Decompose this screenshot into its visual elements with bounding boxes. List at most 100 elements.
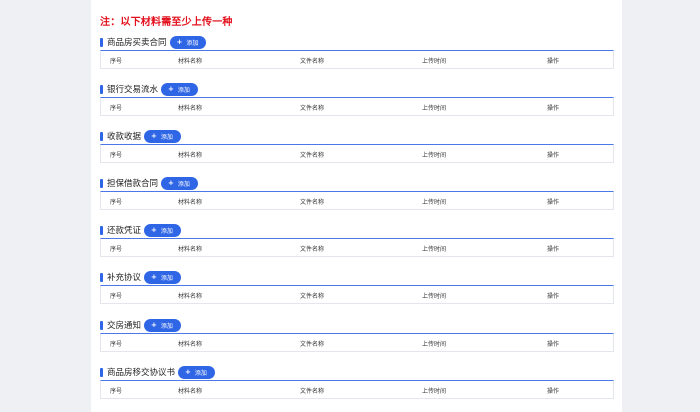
section-header: 担保借款合同 + 添加	[100, 176, 614, 190]
column-header: 材料名称	[178, 293, 203, 300]
section-title: 补充协议	[107, 273, 142, 283]
add-button[interactable]: + 添加	[169, 35, 207, 49]
column-header: 文件名称	[300, 199, 325, 206]
column-header: 文件名称	[300, 293, 325, 300]
column-header: 材料名称	[178, 105, 203, 112]
add-button[interactable]: + 添加	[178, 365, 215, 379]
section-title: 担保借款合同	[107, 179, 159, 189]
section-title: 商品房移交协议书	[107, 368, 176, 378]
column-header: 文件名称	[300, 105, 325, 112]
section-header: 还款凭证 + 添加	[100, 223, 614, 237]
plus-icon: +	[151, 321, 157, 329]
section-header: 补充协议 + 添加	[100, 270, 614, 284]
column-header: 材料名称	[178, 58, 203, 65]
add-button-label: 添加	[160, 133, 173, 141]
add-button-label: 添加	[186, 39, 199, 47]
section-title: 银行交易流水	[107, 85, 159, 95]
material-section: 还款凭证 + 添加序号 材料名称 文件名称 上传时间 操作	[100, 223, 614, 257]
column-header: 材料名称	[178, 388, 203, 395]
section-marker	[100, 367, 103, 377]
add-button[interactable]: + 添加	[144, 223, 181, 237]
column-header: 材料名称	[178, 341, 203, 348]
column-header: 材料名称	[178, 152, 203, 159]
column-header: 文件名称	[300, 388, 325, 395]
section-marker	[100, 272, 103, 282]
material-table: 序号 材料名称 文件名称 上传时间 操作	[100, 50, 614, 69]
section-title: 交房通知	[107, 321, 142, 331]
section-header: 商品房买卖合同 + 添加	[100, 35, 614, 49]
section-header: 交房通知 + 添加	[100, 318, 614, 332]
plus-icon: +	[168, 85, 174, 93]
section-marker	[100, 320, 103, 330]
column-header: 操作	[547, 388, 560, 395]
material-section: 担保借款合同 + 添加 序号 材料名称 文件名称 上传时间 操作	[100, 176, 614, 210]
plus-icon: +	[151, 273, 157, 281]
plus-icon: +	[151, 132, 157, 140]
column-header: 文件名称	[300, 246, 325, 253]
column-header: 操作	[547, 58, 560, 65]
add-button-label: 添加	[160, 274, 173, 282]
column-header: 上传时间	[422, 199, 447, 206]
section-header: 收款收据 + 添加	[100, 129, 614, 143]
column-header: 上传时间	[422, 58, 447, 65]
material-section: 商品房移交协议书 + 添加 序号 材料名称 文件名称 上传时间 操作	[100, 365, 614, 399]
column-header: 材料名称	[178, 199, 203, 206]
column-header: 序号	[110, 293, 123, 300]
column-header: 操作	[547, 152, 560, 159]
column-header: 上传时间	[422, 152, 447, 159]
material-table: 序号 材料名称 文件名称 上传时间 操作	[100, 97, 614, 116]
add-button-label: 添加	[177, 180, 190, 188]
column-header: 文件名称	[300, 341, 325, 348]
material-table: 序号 材料名称 文件名称 上传时间 操作	[100, 144, 614, 163]
material-section: 银行交易流水 + 添加 序号 材料名称 文件名称 上传时间 操作	[100, 82, 614, 116]
column-header: 序号	[110, 341, 123, 348]
add-button-label: 添加	[177, 86, 190, 94]
material-section: 补充协议 + 添加 序号 材料名称 文件名称 上传时间 操作	[100, 270, 614, 304]
material-table: 序号 材料名称 文件名称 上传时间 操作	[100, 333, 614, 352]
column-header: 序号	[110, 105, 123, 112]
material-section: 收款收据 + 添加序号 材料名称 文件名称 上传时间 操作	[100, 129, 614, 163]
column-header: 文件名称	[300, 58, 325, 65]
plus-icon: +	[168, 179, 174, 187]
section-marker	[100, 178, 103, 188]
column-header: 上传时间	[422, 341, 447, 348]
column-header: 文件名称	[300, 152, 325, 159]
add-button[interactable]: + 添加	[161, 82, 198, 96]
material-table: 序号 材料名称 文件名称 上传时间 操作	[100, 238, 614, 257]
column-header: 操作	[547, 246, 560, 253]
add-button-label: 添加	[160, 322, 173, 330]
material-table: 序号 材料名称 文件名称 上传时间 操作	[100, 285, 614, 304]
add-button-label: 添加	[194, 369, 207, 377]
plus-icon: +	[176, 38, 183, 46]
section-marker	[100, 37, 103, 47]
column-header: 序号	[110, 58, 123, 65]
column-header: 操作	[547, 199, 560, 206]
material-table: 序号 材料名称 文件名称 上传时间 操作	[100, 380, 614, 399]
plus-icon: +	[185, 368, 191, 376]
section-header: 商品房移交协议书 + 添加	[100, 365, 614, 379]
material-table: 序号 材料名称 文件名称 上传时间 操作	[100, 191, 614, 210]
material-section: 商品房买卖合同 + 添加 序号 材料名称 文件名称 上传时间 操作	[100, 35, 614, 69]
section-marker	[100, 131, 103, 141]
section-header: 银行交易流水 + 添加	[100, 82, 614, 96]
column-header: 序号	[110, 246, 123, 253]
add-button[interactable]: + 添加	[144, 318, 181, 332]
column-header: 上传时间	[422, 105, 447, 112]
section-marker	[100, 84, 103, 94]
section-marker	[100, 225, 103, 235]
column-header: 序号	[110, 388, 123, 395]
add-button[interactable]: + 添加	[144, 270, 181, 284]
column-header: 操作	[547, 105, 560, 112]
upload-notice: 注：以下材料需至少上传一种	[100, 17, 233, 28]
material-section: 交房通知 + 添加 序号 材料名称 文件名称 上传时间 操作	[100, 318, 614, 352]
column-header: 操作	[547, 341, 560, 348]
column-header: 上传时间	[422, 246, 447, 253]
column-header: 材料名称	[178, 246, 203, 253]
column-header: 序号	[110, 199, 123, 206]
section-title: 商品房买卖合同	[107, 38, 167, 48]
add-button-label: 添加	[160, 227, 173, 235]
add-button[interactable]: + 添加	[144, 129, 181, 143]
column-header: 序号	[110, 152, 123, 159]
column-header: 上传时间	[422, 388, 447, 395]
add-button[interactable]: + 添加	[161, 176, 198, 190]
